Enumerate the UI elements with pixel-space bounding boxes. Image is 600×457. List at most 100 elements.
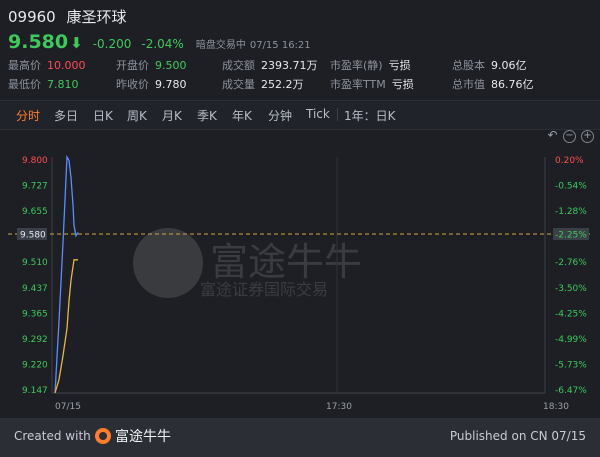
price-tick-label: 9.292 — [22, 335, 48, 345]
stat-value: 9.500 — [155, 59, 187, 72]
time-tick-label: 18:30 — [543, 402, 569, 412]
price-row: 9.580 ⬇ -0.200 -2.04% 暗盘交易中 07/15 16:21 — [8, 31, 311, 53]
stat-value: 亏损 — [388, 59, 411, 72]
watermark-brand: 富途牛牛 — [210, 240, 362, 284]
created-with-label: Created with — [14, 429, 91, 443]
zoom-out-icon[interactable]: − — [563, 130, 576, 143]
tab-quarterly-k[interactable]: 季K — [197, 107, 217, 124]
undo-icon[interactable]: ↶ — [547, 129, 558, 141]
stat-pe-ttm: 市盈率TTM 亏损 — [330, 76, 414, 92]
stat-pe-static: 市盈率(静) 亏损 — [330, 57, 411, 73]
intraday-chart[interactable]: 富途牛牛 富途证券国际交易 9.8009.7279.6559.5829.5109… — [0, 145, 600, 415]
watermark: 富途牛牛 富途证券国际交易 — [133, 228, 362, 299]
stat-total-shares: 总股本 9.06亿 — [452, 57, 527, 73]
stat-label: 市盈率(静) — [330, 59, 383, 72]
current-pct-label: -2.25% — [555, 231, 587, 241]
stat-turnover: 成交额 2393.71万 — [222, 57, 318, 73]
tab-tick[interactable]: Tick — [306, 107, 330, 121]
percent-tick-label: -0.54% — [555, 182, 587, 192]
futu-logo-icon — [95, 428, 111, 444]
stat-label: 成交量 — [222, 78, 255, 91]
futu-brand: 富途牛牛 — [115, 429, 171, 445]
watermark-logo-icon — [133, 228, 203, 298]
tab-multi-day[interactable]: 多日 — [54, 107, 78, 124]
stat-value: 86.76亿 — [491, 78, 534, 91]
stat-label: 开盘价 — [116, 59, 149, 72]
price-tick-label: 9.220 — [22, 360, 48, 370]
stat-high: 最高价 10.000 — [8, 57, 86, 73]
stat-label: 总市值 — [452, 78, 485, 91]
price-tick-label: 9.800 — [22, 156, 48, 166]
price-change-pct: -2.04% — [141, 37, 184, 51]
time-axis: 07/15 17:30 18:30 — [55, 402, 569, 412]
current-price-line: 9.580 -2.25% — [8, 228, 590, 241]
percent-tick-label: -1.28% — [555, 207, 587, 217]
chart-tabs: 分时 多日 日K 周K 月K 季K 年K 分钟 Tick 1年：日K — [0, 100, 600, 130]
percent-tick-label: -5.73% — [555, 360, 587, 370]
stat-volume: 成交量 252.2万 — [222, 76, 304, 92]
tab-monthly-k[interactable]: 月K — [162, 107, 182, 124]
tab-1y-daily-k[interactable]: 1年：日K — [344, 107, 396, 124]
stock-code: 09960 — [8, 8, 56, 26]
stat-value: 9.06亿 — [491, 59, 527, 72]
stat-label: 成交额 — [222, 59, 255, 72]
tab-yearly-k[interactable]: 年K — [232, 107, 252, 124]
price-change: -0.200 — [92, 37, 132, 51]
status-time: 07/15 16:21 — [249, 40, 311, 51]
percent-tick-label: -3.50% — [555, 284, 587, 294]
stat-label: 总股本 — [452, 59, 485, 72]
tab-divider — [337, 108, 338, 121]
watermark-sub: 富途证券国际交易 — [200, 280, 328, 299]
price-tick-label: 9.437 — [22, 284, 48, 294]
stat-label: 市盈率TTM — [330, 78, 386, 91]
stat-value: 10.000 — [47, 59, 86, 72]
stat-label: 最高价 — [8, 59, 41, 72]
percent-tick-label: -6.47% — [555, 386, 587, 396]
status-text: 暗盘交易中 — [195, 40, 246, 51]
chart-svg: 富途牛牛 富途证券国际交易 9.8009.7279.6559.5829.5109… — [8, 154, 590, 412]
footer: Created with 富途牛牛 Published on CN 07/15 — [0, 418, 600, 457]
percent-tick-label: -4.25% — [555, 309, 587, 319]
percent-tick-label: -4.99% — [555, 335, 587, 345]
price-tick-label: 9.147 — [22, 386, 48, 396]
zoom-in-icon[interactable]: + — [581, 130, 594, 143]
tab-daily-k[interactable]: 日K — [93, 107, 113, 124]
stat-value: 252.2万 — [261, 78, 304, 91]
futu-logo: 富途牛牛 — [95, 426, 171, 446]
percent-tick-label: -2.76% — [555, 258, 587, 268]
stats-panel: 最高价 10.000 最低价 7.810 开盘价 9.500 昨收价 9.780 成交额… — [0, 57, 600, 97]
percent-tick-label: 0.20% — [555, 156, 584, 166]
stat-value: 9.780 — [155, 78, 187, 91]
percent-axis: 0.20%-0.54%-1.28%-2.02%-2.76%-3.50%-4.25… — [555, 156, 587, 396]
last-price: 9.580 — [8, 31, 69, 53]
stock-name: 康圣环球 — [66, 8, 127, 26]
tab-minute[interactable]: 分钟 — [268, 107, 292, 124]
down-arrow-icon: ⬇ — [70, 34, 83, 52]
stat-value: 亏损 — [391, 78, 414, 91]
stat-prev-close: 昨收价 9.780 — [116, 76, 187, 92]
stat-low: 最低价 7.810 — [8, 76, 79, 92]
stock-title: 09960 康圣环球 — [8, 6, 127, 27]
time-tick-label: 07/15 — [55, 402, 81, 412]
tab-intraday[interactable]: 分时 — [16, 107, 40, 124]
stat-value: 7.810 — [47, 78, 79, 91]
stat-label: 最低价 — [8, 78, 41, 91]
chart-tools: ↶ − + — [547, 129, 594, 143]
quote-header: 09960 康圣环球 9.580 ⬇ -0.200 -2.04% 暗盘交易中 07… — [0, 0, 600, 98]
price-series-line — [54, 154, 79, 394]
trading-status: 暗盘交易中 07/15 16:21 — [196, 36, 311, 51]
price-lines — [54, 154, 79, 394]
stat-label: 昨收价 — [116, 78, 149, 91]
stat-market-cap: 总市值 86.76亿 — [452, 76, 534, 92]
current-price-label: 9.580 — [20, 231, 46, 241]
stat-value: 2393.71万 — [261, 59, 318, 72]
tab-weekly-k[interactable]: 周K — [127, 107, 147, 124]
price-tick-label: 9.727 — [22, 182, 48, 192]
time-tick-label: 17:30 — [326, 402, 352, 412]
price-axis: 9.8009.7279.6559.5829.5109.4379.3659.292… — [22, 156, 48, 396]
price-tick-label: 9.365 — [22, 309, 48, 319]
price-tick-label: 9.655 — [22, 207, 48, 217]
published-label: Published on CN 07/15 — [449, 429, 586, 443]
price-tick-label: 9.510 — [22, 258, 48, 268]
stat-open: 开盘价 9.500 — [116, 57, 187, 73]
